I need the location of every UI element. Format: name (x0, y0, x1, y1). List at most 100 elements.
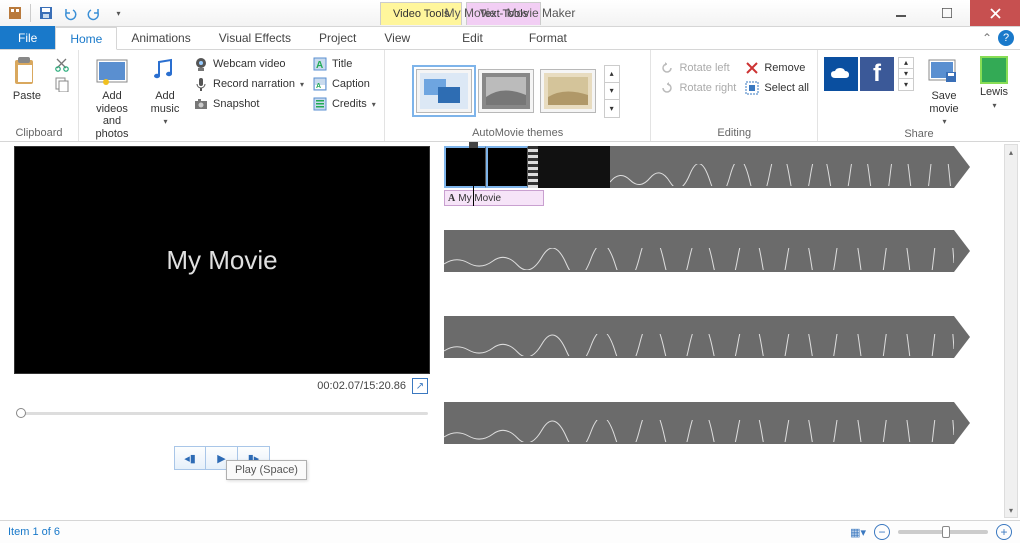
add-music-button[interactable]: Add music▾ (143, 53, 187, 126)
cut-button[interactable] (52, 55, 72, 73)
preview-pane: My Movie 00:02.07/15:20.86 ↗ ◂▮ ▶ ▮▸ (0, 142, 440, 520)
ribbon: Paste Clipboard Add videos and photos Ad… (0, 50, 1020, 142)
group-label-editing: Editing (717, 125, 751, 141)
group-editing: Rotate left Rotate right Remove Select a… (651, 50, 818, 141)
save-icon[interactable] (35, 2, 57, 24)
minimize-button[interactable] (878, 0, 924, 26)
tab-file[interactable]: File (0, 26, 55, 49)
scroll-down-icon[interactable]: ▾ (1005, 503, 1017, 517)
maximize-button[interactable] (924, 0, 970, 26)
film-strip-icon (528, 146, 538, 188)
title-clip[interactable]: A My Movie (444, 190, 544, 206)
group-label-share: Share (904, 126, 933, 142)
narration-button[interactable]: Record narration▾ (191, 75, 306, 93)
tab-visual-effects[interactable]: Visual Effects (205, 26, 305, 49)
group-automovie: ▴ ▾ ▾ AutoMovie themes (385, 50, 652, 141)
timeline-clip[interactable] (444, 316, 954, 358)
group-share: f ▴ ▾ ▾ Save movie▾ Lewis▾ Share (818, 50, 1020, 141)
timeline-clip[interactable] (444, 230, 954, 272)
remove-button[interactable]: Remove (742, 59, 811, 77)
preview-time: 00:02.07/15:20.86 (317, 380, 406, 392)
seek-thumb[interactable] (16, 408, 26, 418)
theme-3[interactable] (540, 69, 596, 113)
zoom-in-button[interactable]: + (996, 524, 1012, 540)
credits-button[interactable]: Credits▾ (310, 95, 378, 113)
timeline-pane[interactable]: A My Movie ▴ ▾ (440, 142, 1020, 520)
minimize-ribbon-icon[interactable]: ⌃ (982, 31, 992, 45)
rotate-left-button[interactable]: Rotate left (657, 59, 738, 77)
paste-label: Paste (13, 90, 41, 103)
prev-frame-button[interactable]: ◂▮ (174, 446, 206, 470)
scroll-up-icon[interactable]: ▴ (1005, 145, 1017, 159)
share-scroll-more[interactable]: ▾ (899, 79, 913, 90)
playback-controls: ◂▮ ▶ ▮▸ (14, 446, 430, 470)
group-add: Add videos and photos Add music▾ Webcam … (79, 50, 385, 141)
fullscreen-icon[interactable]: ↗ (412, 378, 428, 394)
timeline-clip[interactable] (444, 146, 954, 188)
caption-button[interactable]: ACaption (310, 75, 378, 93)
qat-customize-icon[interactable]: ▾ (107, 2, 129, 24)
tab-format[interactable]: Format (515, 26, 581, 49)
svg-text:A: A (316, 83, 321, 90)
content-area: My Movie 00:02.07/15:20.86 ↗ ◂▮ ▶ ▮▸ (0, 142, 1020, 520)
webcam-button[interactable]: Webcam video (191, 55, 306, 73)
snapshot-button[interactable]: Snapshot (191, 95, 306, 113)
play-tooltip: Play (Space) (226, 460, 307, 480)
zoom-out-button[interactable]: − (874, 524, 890, 540)
tab-view[interactable]: View (370, 26, 424, 49)
timeline-clip[interactable] (444, 402, 954, 444)
zoom-thumb[interactable] (942, 526, 950, 538)
status-bar: Item 1 of 6 ▦▾ − + (0, 520, 1020, 543)
clip-thumb[interactable] (486, 146, 528, 188)
zoom-slider[interactable] (898, 530, 988, 534)
share-onedrive-icon[interactable] (824, 57, 858, 91)
share-facebook-icon[interactable]: f (860, 57, 894, 91)
theme-scroll-more[interactable]: ▾ (605, 100, 619, 117)
status-text: Item 1 of 6 (8, 526, 60, 538)
user-label: Lewis (980, 86, 1008, 99)
seek-bar[interactable] (16, 406, 428, 420)
redo-icon[interactable] (83, 2, 105, 24)
title-clip-icon: A (448, 193, 455, 204)
app-icon[interactable] (4, 2, 26, 24)
group-clipboard: Paste Clipboard (0, 50, 79, 141)
theme-gallery-scroll: ▴ ▾ ▾ (604, 65, 620, 118)
title-bar: ▾ Video Tools Text Tools My Movie - Movi… (0, 0, 1020, 27)
tab-home[interactable]: Home (55, 27, 117, 50)
select-all-button[interactable]: Select all (742, 79, 811, 97)
tab-edit[interactable]: Edit (448, 26, 497, 49)
user-account-button[interactable]: Lewis▾ (974, 53, 1014, 110)
clip-thumb[interactable] (444, 146, 486, 188)
rotate-right-button[interactable]: Rotate right (657, 79, 738, 97)
tab-project[interactable]: Project (305, 26, 370, 49)
preview-monitor[interactable]: My Movie (14, 146, 430, 374)
copy-button[interactable] (52, 75, 72, 93)
add-music-label: Add music (151, 90, 180, 115)
title-clip-label: My Movie (458, 193, 501, 204)
theme-scroll-up[interactable]: ▴ (605, 66, 619, 83)
paste-button[interactable]: Paste (6, 53, 48, 103)
share-scroll-up[interactable]: ▴ (899, 58, 913, 69)
group-label-clipboard: Clipboard (15, 125, 62, 141)
theme-2[interactable] (478, 69, 534, 113)
svg-text:A: A (316, 60, 323, 71)
window-title: My Movie - Movie Maker (445, 6, 576, 20)
timeline-scrollbar[interactable]: ▴ ▾ (1004, 144, 1018, 518)
playhead[interactable] (473, 146, 474, 206)
theme-default[interactable] (416, 69, 472, 113)
preview-title-text: My Movie (166, 245, 277, 276)
help-icon[interactable]: ? (998, 30, 1014, 46)
quick-access-toolbar: ▾ (0, 2, 129, 24)
add-videos-label: Add videos and photos (85, 90, 139, 141)
ribbon-tabs: File Home Animations Visual Effects Proj… (0, 27, 1020, 50)
title-button[interactable]: ATitle (310, 55, 378, 73)
undo-icon[interactable] (59, 2, 81, 24)
tab-animations[interactable]: Animations (117, 26, 204, 49)
close-button[interactable] (970, 0, 1020, 26)
save-movie-button[interactable]: Save movie▾ (922, 53, 966, 126)
share-gallery-scroll: ▴ ▾ ▾ (898, 57, 914, 91)
view-thumbnails-icon[interactable]: ▦▾ (850, 526, 866, 539)
share-scroll-down[interactable]: ▾ (899, 69, 913, 80)
add-videos-button[interactable]: Add videos and photos (85, 53, 139, 141)
theme-scroll-down[interactable]: ▾ (605, 83, 619, 100)
